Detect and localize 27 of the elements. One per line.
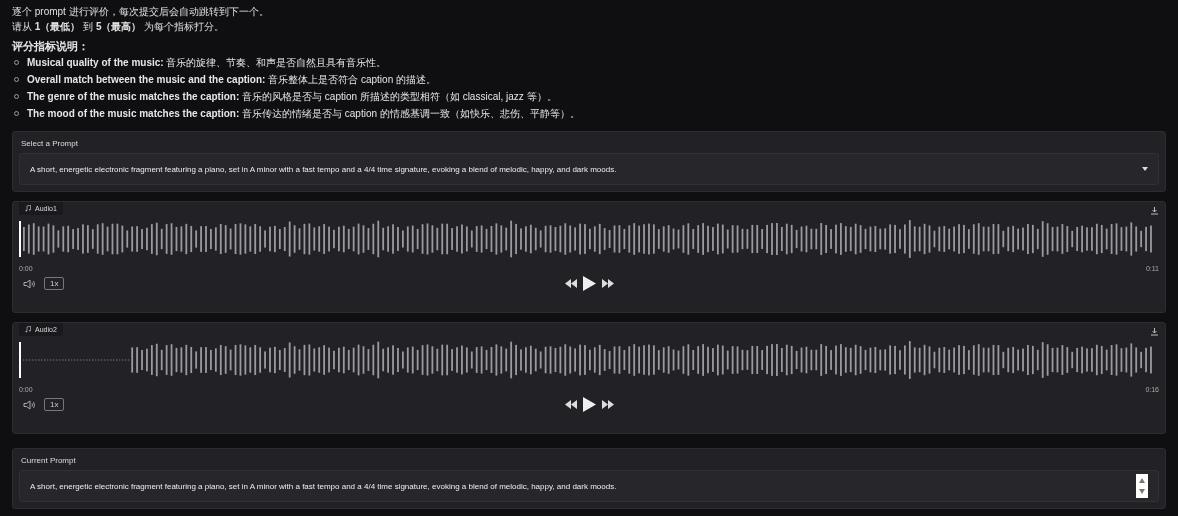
play-icon[interactable] <box>582 397 596 412</box>
speed-button[interactable]: 1x <box>44 277 65 290</box>
field-label: Select a Prompt <box>20 138 79 150</box>
volume-icon[interactable] <box>23 278 36 289</box>
criterion-text: Musical quality of the music: 音乐的旋律、节奏、和声是否自然且具有音乐性。 <box>27 56 387 70</box>
spinner-icon[interactable] <box>1136 474 1148 498</box>
download-icon[interactable] <box>1150 206 1159 215</box>
music-note-icon <box>25 205 31 212</box>
prompt-dropdown[interactable]: A short, energetic electronic fragment featuring a piano, set in A minor with a fast tempo and a 4/4 time signature, evoking a blend of melodic, happy, and dark moods. <box>19 153 1159 185</box>
speed-button[interactable]: 1x <box>44 398 65 411</box>
download-icon[interactable] <box>1150 327 1159 336</box>
music-note-icon <box>25 326 31 333</box>
field-label: Current Prompt <box>20 455 77 467</box>
play-icon[interactable] <box>582 276 596 291</box>
rewind-icon[interactable] <box>564 400 577 409</box>
instruction-text: 请从 1（最低） 到 5（最高） 为每个指标打分。 <box>12 20 226 34</box>
prompt-textbox[interactable]: A short, energetic electronic fragment featuring a piano, set in A minor with a fast tempo and a 4/4 time signature, evoking a blend of melodic, happy, and dark moods. <box>19 470 1159 502</box>
criterion-text: Overall match between the music and the caption: 音乐整体上是否符合 caption 的描述。 <box>27 73 436 87</box>
rewind-icon[interactable] <box>564 279 577 288</box>
fast-forward-icon[interactable] <box>601 279 614 288</box>
caret-icon <box>1142 167 1148 171</box>
section-title: 评分指标说明： <box>12 39 90 54</box>
fast-forward-icon[interactable] <box>601 400 614 409</box>
instruction-text: 逐个 prompt 进行评价，每次提交后会自动跳转到下一个。 <box>12 5 270 19</box>
criterion-text: The mood of the music matches the caption: 音乐传达的情绪是否与 caption 的情感基调一致（如快乐、悲伤、平静等）。 <box>27 107 580 121</box>
volume-icon[interactable] <box>23 399 36 410</box>
criterion-text: The genre of the music matches the caption: 音乐的风格是否与 caption 所描述的类型相符（如 classical, jazz 等）。 <box>27 90 557 104</box>
